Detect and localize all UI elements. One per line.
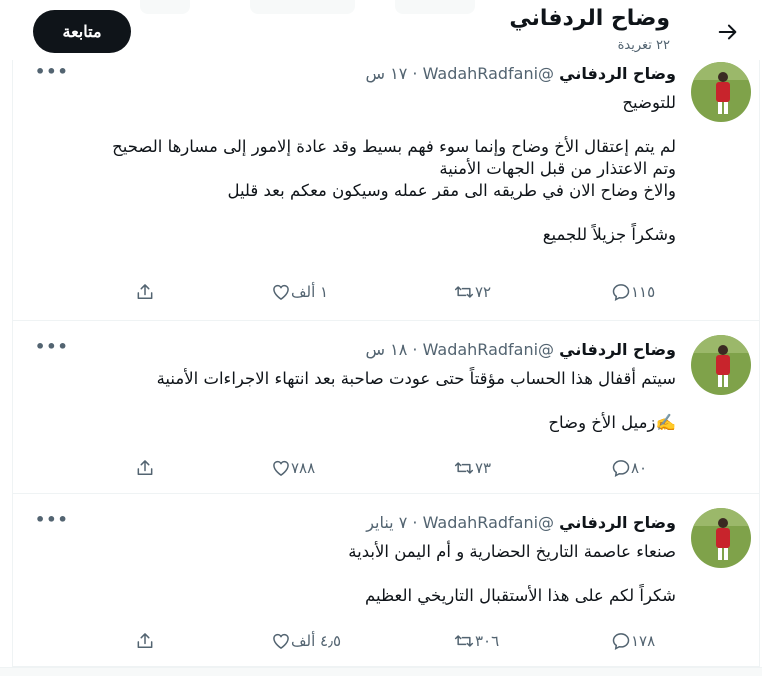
tweet-actions: ١١٥ ٧٢ ١ ألف [13, 278, 761, 306]
tweet-text-line: سيتم أقفال هذا الحساب مؤقتاً حتى عودت صا… [156, 369, 676, 388]
reply-count: ٨٠ [631, 459, 648, 477]
arrow-right-icon [718, 24, 737, 40]
separator-dot: · [412, 340, 418, 359]
follow-button[interactable]: متابعة [33, 10, 131, 53]
avatar-image [691, 62, 751, 122]
reply-button[interactable]: ١٧٨ [611, 627, 665, 655]
retweet-button[interactable]: ٣٠٦ [453, 627, 509, 655]
more-options-icon[interactable]: ••• [35, 510, 69, 529]
tweet-header: وضاح الردفاني @WadahRadfani · ٧ يناير [366, 513, 676, 532]
heart-icon [273, 633, 289, 649]
retweet-button[interactable]: ٧٢ [453, 278, 501, 306]
reply-button[interactable]: ١١٥ [611, 278, 665, 306]
heart-icon [273, 284, 289, 300]
avatar[interactable] [691, 335, 751, 395]
more-options-icon[interactable]: ••• [35, 62, 69, 81]
reply-count: ١١٥ [631, 283, 656, 301]
tweet-text-line: ✍️زميل الأخ وضاح [548, 413, 676, 432]
tweet-actions: ١٧٨ ٣٠٦ ٤٫٥ ألف [13, 627, 761, 655]
reply-icon [612, 460, 630, 478]
tweet-timestamp[interactable]: ١٨ س [366, 340, 408, 359]
retweet-icon [454, 635, 474, 647]
like-count: ٧٨٨ [291, 459, 316, 477]
reply-icon [612, 633, 630, 651]
avatar[interactable] [691, 508, 751, 568]
tweet-text: للتوضيح لم يتم إعتقال الأخ وضاح وإنما سو… [36, 92, 676, 246]
tweet-text-line: لم يتم إعتقال الأخ وضاح وإنما سوء فهم بس… [112, 137, 676, 156]
share-icon [137, 460, 153, 475]
tweet-text-line [36, 563, 676, 585]
separator-dot: · [412, 64, 418, 83]
profile-header: وضاح الردفاني ٢٢ تغريدة متابعة [0, 0, 762, 60]
retweet-icon [454, 462, 474, 474]
heart-icon [273, 460, 289, 476]
feed-bottom-divider [0, 667, 762, 676]
share-button[interactable] [135, 278, 155, 306]
share-icon [137, 633, 153, 648]
tweet-author-handle[interactable]: @WadahRadfani [423, 64, 554, 83]
tweet-author-name[interactable]: وضاح الردفاني [559, 340, 676, 359]
tweet-text-line: صنعاء عاصمة التاريخ الحضارية و أم اليمن … [348, 542, 676, 561]
tweet-count: ٢٢ تغريدة [617, 38, 670, 53]
share-button[interactable] [135, 627, 155, 655]
tweet-actions: ٨٠ ٧٣ ٧٨٨ [13, 454, 761, 482]
tweet-text: صنعاء عاصمة التاريخ الحضارية و أم اليمن … [36, 541, 676, 607]
like-count: ١ ألف [291, 283, 329, 301]
tweet-text-line: للتوضيح [622, 93, 676, 112]
tweet-author-handle[interactable]: @WadahRadfani [423, 340, 554, 359]
tweet-author-name[interactable]: وضاح الردفاني [559, 64, 676, 83]
avatar-image [691, 335, 751, 395]
tweet-text-line: وشكراً جزيلاً للجميع [542, 225, 676, 244]
tweet-text-line [36, 202, 676, 224]
reply-button[interactable]: ٨٠ [611, 454, 657, 482]
back-button[interactable] [714, 18, 742, 46]
ghost-shape [140, 0, 190, 14]
tweet[interactable]: وضاح الردفاني @WadahRadfani · ١٧ س ••• ل… [12, 60, 760, 321]
tweet-header: وضاح الردفاني @WadahRadfani · ١٧ س [366, 64, 677, 83]
ghost-shape [395, 0, 475, 14]
retweet-count: ٣٠٦ [475, 632, 500, 650]
tweet-text-line [36, 114, 676, 136]
retweet-icon [454, 286, 474, 298]
share-icon [137, 284, 153, 299]
avatar-image [691, 508, 751, 568]
tweet-timestamp[interactable]: ١٧ س [366, 64, 408, 83]
tweet-author-handle[interactable]: @WadahRadfani [423, 513, 554, 532]
avatar[interactable] [691, 62, 751, 122]
tweet-timestamp[interactable]: ٧ يناير [366, 513, 407, 532]
like-button[interactable]: ٧٨٨ [271, 454, 325, 482]
tweet-text-line: وتم الاعتذار من قبل الجهات الأمنية [439, 159, 676, 178]
profile-name: وضاح الردفاني [509, 6, 670, 31]
tweet[interactable]: وضاح الردفاني @WadahRadfani · ١٨ س ••• س… [12, 321, 760, 494]
like-button[interactable]: ١ ألف [271, 278, 338, 306]
tweet-text-line: والاخ وضاح الان في طريقه الى مقر عمله وس… [227, 181, 676, 200]
ghost-shape [250, 0, 355, 14]
retweet-button[interactable]: ٧٣ [453, 454, 501, 482]
reply-icon [612, 284, 630, 302]
tweet-header: وضاح الردفاني @WadahRadfani · ١٨ س [366, 340, 677, 359]
tweet-text-line: شكراً لكم على هذا الأستقبال التاريخي الع… [364, 586, 676, 605]
like-button[interactable]: ٤٫٥ ألف [271, 627, 351, 655]
tweet-text-line [36, 390, 676, 412]
retweet-count: ٧٢ [475, 283, 492, 301]
tweet[interactable]: وضاح الردفاني @WadahRadfani · ٧ يناير ••… [12, 494, 760, 667]
tweet-feed: وضاح الردفاني @WadahRadfani · ١٧ س ••• ل… [12, 60, 760, 667]
share-button[interactable] [135, 454, 155, 482]
tweet-author-name[interactable]: وضاح الردفاني [559, 513, 676, 532]
more-options-icon[interactable]: ••• [35, 337, 69, 356]
separator-dot: · [412, 513, 418, 532]
reply-count: ١٧٨ [631, 632, 656, 650]
like-count: ٤٫٥ ألف [291, 632, 342, 650]
retweet-count: ٧٣ [475, 459, 492, 477]
tweet-text: سيتم أقفال هذا الحساب مؤقتاً حتى عودت صا… [36, 368, 676, 434]
